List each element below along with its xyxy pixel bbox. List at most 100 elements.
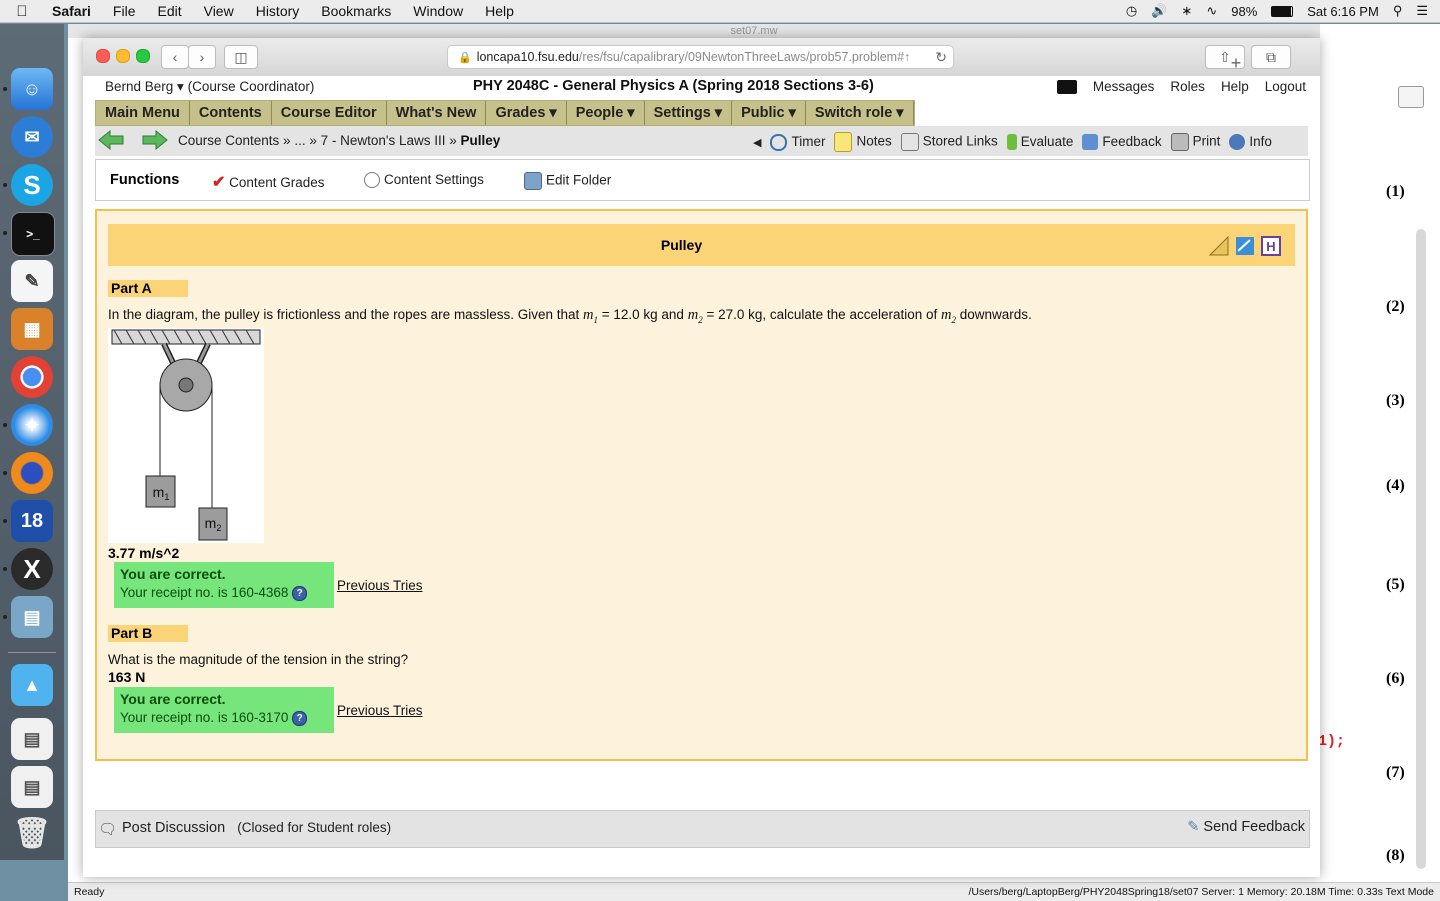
notes-tool[interactable]: Notes (834, 132, 892, 152)
computer-icon[interactable] (1056, 80, 1077, 94)
battery-percent[interactable]: 98% (1231, 4, 1257, 19)
menu-app-safari[interactable]: Safari (44, 3, 102, 19)
collapse-arrow-icon[interactable]: ◀ (753, 136, 761, 149)
notification-center-icon[interactable]: ☰ (1416, 3, 1428, 19)
discussion-bar: 🗨 Post Discussion (Closed for Student ro… (95, 810, 1310, 848)
user-role: (Course Coordinator) (187, 79, 315, 94)
menu-view[interactable]: View (193, 3, 245, 19)
help-link[interactable]: Help (1221, 79, 1249, 94)
maple-icon[interactable]: 18 (11, 500, 53, 542)
menu-history[interactable]: History (245, 3, 311, 19)
grades-menu-item[interactable]: Grades ▾ (486, 101, 567, 125)
evaluate-tool[interactable]: Evaluate (1006, 134, 1073, 151)
minimize-window-button[interactable] (116, 49, 130, 63)
trash-icon[interactable]: 🗑 (11, 812, 53, 854)
preview-icon[interactable]: ▤ (11, 596, 53, 638)
edit-folder-link[interactable]: Edit Folder (524, 172, 611, 190)
menu-window[interactable]: Window (402, 3, 474, 19)
skype-icon[interactable]: S (11, 164, 53, 206)
ruler-triangle-icon[interactable] (1209, 236, 1229, 256)
firefox-icon[interactable] (11, 452, 53, 494)
bg-scrollbar[interactable] (1416, 229, 1426, 869)
document-stack-icon[interactable]: ▤ (11, 718, 53, 760)
calculator-icon[interactable]: ▦ (11, 308, 53, 350)
status-menus: ◷ 🔊 ∗ ∿ 98% Sat 6:16 PM ⚲ ☰ (1126, 0, 1428, 22)
menubar-clock[interactable]: Sat 6:16 PM (1307, 4, 1379, 19)
tabs-overview-button[interactable]: ⧉ (1251, 45, 1291, 69)
settings-menu-item[interactable]: Settings ▾ (645, 101, 733, 125)
chrome-icon[interactable] (11, 356, 53, 398)
stored-links-label: Stored Links (922, 133, 998, 149)
functions-title: Functions (110, 172, 180, 188)
messages-link[interactable]: Messages (1093, 79, 1155, 94)
reload-icon[interactable]: ↻ (935, 49, 947, 66)
send-feedback-link[interactable]: ✎ Send Feedback (1187, 819, 1305, 835)
breadcrumb-course-contents[interactable]: Course Contents » (178, 133, 291, 148)
logout-link[interactable]: Logout (1265, 79, 1306, 94)
public-menu-item[interactable]: Public ▾ (732, 101, 806, 125)
bg-toolbar-icon[interactable] (1398, 86, 1424, 108)
textedit-icon[interactable]: ✎ (11, 260, 53, 302)
apple-menu-icon[interactable]:  (0, 3, 44, 20)
address-bar[interactable]: 🔒 loncapa10.fsu.edu/res/fsu/capalibrary/… (447, 45, 954, 69)
user-name[interactable]: Bernd Berg ▾ (105, 79, 184, 94)
edit-problem-icon[interactable] (1235, 236, 1255, 256)
finder-icon[interactable]: ☺ (11, 68, 53, 110)
pulley-diagram: m1 m2 (108, 328, 264, 543)
part-a-previous-tries-link[interactable]: Previous Tries (337, 578, 423, 593)
downloads-folder-icon[interactable]: ▲ (11, 664, 53, 706)
roles-link[interactable]: Roles (1170, 79, 1205, 94)
volume-icon[interactable]: 🔊 (1151, 3, 1167, 19)
contents-menu-item[interactable]: Contents (190, 101, 272, 125)
wifi-icon[interactable]: ∿ (1206, 3, 1217, 19)
receipt-line: Your receipt no. is 160-3170 ? (120, 710, 308, 726)
menu-bookmarks[interactable]: Bookmarks (310, 3, 402, 19)
breadcrumb-ellipsis[interactable]: ... » (294, 133, 317, 148)
breadcrumb-folder[interactable]: 7 - Newton's Laws III » (321, 133, 457, 148)
post-discussion-link[interactable]: Post Discussion (122, 820, 225, 836)
equation-number: (8) (1386, 847, 1405, 864)
content-grades-link[interactable]: ✔ Content Grades (212, 172, 324, 192)
menu-edit[interactable]: Edit (146, 3, 192, 19)
timemachine-icon[interactable]: ◷ (1126, 3, 1137, 19)
whats-new-menu-item[interactable]: What's New (387, 101, 487, 125)
feedback-pen-icon: ✎ (1187, 819, 1200, 835)
previous-resource-arrow-icon[interactable] (98, 130, 124, 150)
forward-button[interactable]: › (188, 45, 216, 69)
bluetooth-icon[interactable]: ∗ (1181, 3, 1192, 19)
help-icon[interactable]: ? (292, 710, 308, 726)
sidebar-button[interactable]: ◫ (224, 45, 258, 69)
thunderbird-icon[interactable]: ✉ (11, 116, 53, 158)
timer-tool[interactable]: Timer (770, 133, 825, 151)
feedback-tool[interactable]: Feedback (1082, 134, 1162, 151)
content-settings-link[interactable]: Content Settings (364, 172, 484, 189)
new-tab-button[interactable]: + (1225, 53, 1247, 73)
history-icon[interactable]: H (1261, 236, 1281, 256)
xquartz-icon[interactable]: X (11, 548, 53, 590)
main-menu-item[interactable]: Main Menu (96, 101, 190, 125)
spotlight-icon[interactable]: ⚲ (1393, 3, 1403, 19)
course-editor-menu-item[interactable]: Course Editor (272, 101, 387, 125)
stored-links-tool[interactable]: Stored Links (900, 133, 998, 151)
user-menu[interactable]: Bernd Berg ▾ (Course Coordinator) (105, 79, 314, 95)
part-b-previous-tries-link[interactable]: Previous Tries (337, 703, 423, 718)
switch-role-menu-item[interactable]: Switch role ▾ (806, 101, 914, 125)
menu-help[interactable]: Help (474, 3, 525, 19)
question-text: In the diagram, the pulley is frictionle… (108, 307, 580, 322)
mass-2-value: = 27.0 kg, calculate the acceleration of (706, 307, 938, 322)
people-menu-item[interactable]: People ▾ (567, 101, 645, 125)
document-stack-icon[interactable]: ▤ (11, 766, 53, 808)
menu-file[interactable]: File (102, 3, 147, 19)
zoom-window-button[interactable] (136, 49, 150, 63)
dock: ☺ ✉ S >_ ✎ ▦ ✦ 18 X ▤ ▲ ▤ ▤ 🗑 (0, 24, 64, 860)
next-resource-arrow-icon[interactable] (142, 130, 168, 150)
discussion-bubble-icon: 🗨 (98, 821, 118, 838)
safari-icon[interactable]: ✦ (11, 404, 53, 446)
info-tool[interactable]: Info (1229, 134, 1272, 151)
close-window-button[interactable] (96, 49, 110, 63)
back-button[interactable]: ‹ (161, 45, 189, 69)
terminal-icon[interactable]: >_ (11, 212, 55, 256)
running-indicator (3, 615, 7, 619)
print-tool[interactable]: Print (1170, 133, 1220, 151)
help-icon[interactable]: ? (292, 585, 308, 601)
